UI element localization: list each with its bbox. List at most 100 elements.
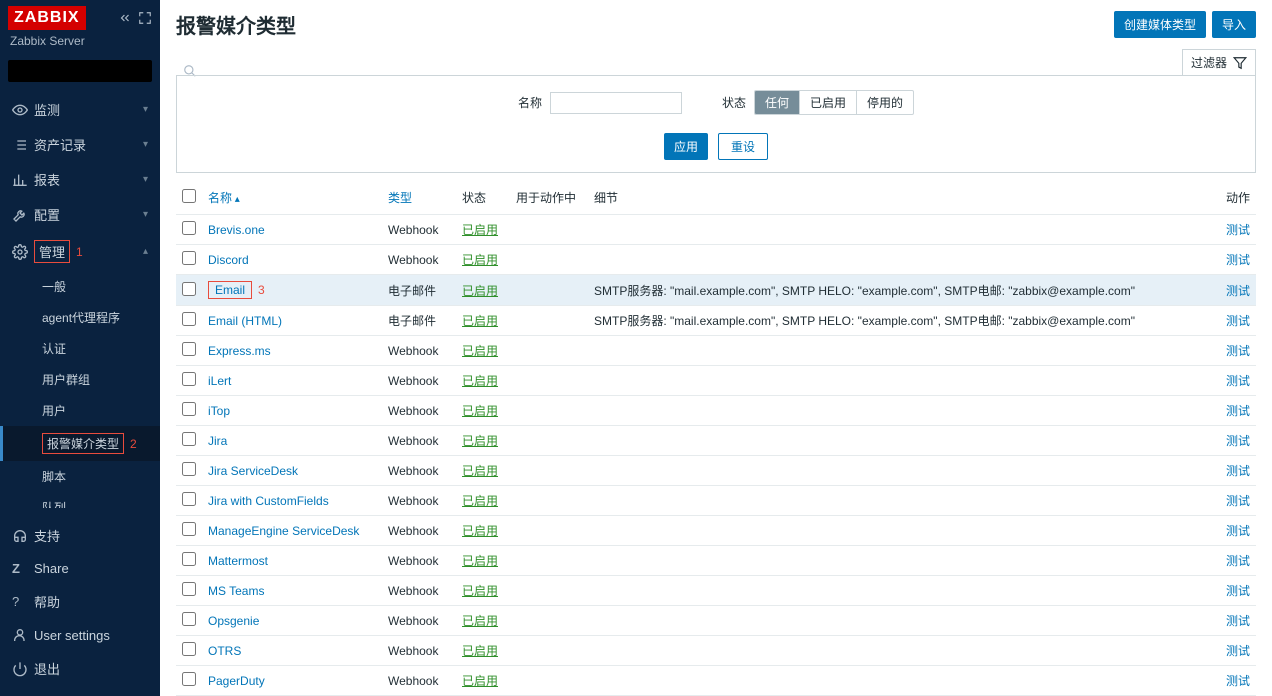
sub-queue[interactable]: 队列 <box>0 492 160 508</box>
test-link[interactable]: 测试 <box>1226 584 1250 598</box>
row-checkbox[interactable] <box>182 582 196 596</box>
status-link[interactable]: 已启用 <box>462 494 498 508</box>
select-all-checkbox[interactable] <box>182 189 196 203</box>
row-checkbox[interactable] <box>182 612 196 626</box>
sub-proxies[interactable]: agent代理程序 <box>0 302 160 333</box>
row-checkbox[interactable] <box>182 432 196 446</box>
row-checkbox[interactable] <box>182 312 196 326</box>
status-link[interactable]: 已启用 <box>462 614 498 628</box>
media-type-link[interactable]: Mattermost <box>208 554 268 568</box>
reset-button[interactable]: 重设 <box>718 133 768 160</box>
nav-inventory[interactable]: 资产记录▾ <box>0 127 160 162</box>
nav-monitoring[interactable]: 监测▾ <box>0 92 160 127</box>
nav-reports[interactable]: 报表▾ <box>0 162 160 197</box>
status-link[interactable]: 已启用 <box>462 374 498 388</box>
test-link[interactable]: 测试 <box>1226 524 1250 538</box>
details-cell <box>588 245 1216 275</box>
media-type-link[interactable]: Jira with CustomFields <box>208 494 329 508</box>
media-type-link[interactable]: Opsgenie <box>208 614 259 628</box>
media-type-link[interactable]: Email (HTML) <box>208 314 282 328</box>
status-link[interactable]: 已启用 <box>462 584 498 598</box>
status-link[interactable]: 已启用 <box>462 464 498 478</box>
nav-logout[interactable]: 退出 <box>0 651 160 686</box>
media-type-link[interactable]: iTop <box>208 404 230 418</box>
status-link[interactable]: 已启用 <box>462 434 498 448</box>
nav-admin[interactable]: 管理1▴ <box>0 232 160 271</box>
fullscreen-icon[interactable] <box>138 11 152 25</box>
row-checkbox[interactable] <box>182 251 196 265</box>
sub-media-types[interactable]: 报警媒介类型2 <box>0 426 160 461</box>
nav-share[interactable]: ZShare <box>0 553 160 584</box>
test-link[interactable]: 测试 <box>1226 674 1250 688</box>
status-link[interactable]: 已启用 <box>462 524 498 538</box>
test-link[interactable]: 测试 <box>1226 253 1250 267</box>
test-link[interactable]: 测试 <box>1226 494 1250 508</box>
sub-users[interactable]: 用户 <box>0 395 160 426</box>
test-link[interactable]: 测试 <box>1226 314 1250 328</box>
status-any[interactable]: 任何 <box>755 91 800 114</box>
row-checkbox[interactable] <box>182 552 196 566</box>
status-link[interactable]: 已启用 <box>462 344 498 358</box>
media-type-link[interactable]: Email <box>215 283 245 297</box>
row-checkbox[interactable] <box>182 282 196 296</box>
nav-support[interactable]: 支持 <box>0 518 160 553</box>
row-checkbox[interactable] <box>182 221 196 235</box>
nav-help[interactable]: ?帮助 <box>0 584 160 619</box>
status-link[interactable]: 已启用 <box>462 644 498 658</box>
status-disabled[interactable]: 停用的 <box>857 91 913 114</box>
import-button[interactable]: 导入 <box>1212 11 1256 38</box>
status-link[interactable]: 已启用 <box>462 253 498 267</box>
media-type-link[interactable]: Brevis.one <box>208 223 265 237</box>
media-type-link[interactable]: MS Teams <box>208 584 264 598</box>
media-type-link[interactable]: iLert <box>208 374 231 388</box>
row-checkbox[interactable] <box>182 672 196 686</box>
collapse-icon[interactable] <box>118 11 132 25</box>
row-checkbox[interactable] <box>182 522 196 536</box>
media-type-link[interactable]: PagerDuty <box>208 674 265 688</box>
apply-button[interactable]: 应用 <box>664 133 708 160</box>
row-checkbox[interactable] <box>182 342 196 356</box>
test-link[interactable]: 测试 <box>1226 344 1250 358</box>
create-media-type-button[interactable]: 创建媒体类型 <box>1114 11 1206 38</box>
row-checkbox[interactable] <box>182 372 196 386</box>
test-link[interactable]: 测试 <box>1226 644 1250 658</box>
status-link[interactable]: 已启用 <box>462 314 498 328</box>
media-type-link[interactable]: Jira ServiceDesk <box>208 464 298 478</box>
status-link[interactable]: 已启用 <box>462 284 498 298</box>
sub-user-groups[interactable]: 用户群组 <box>0 364 160 395</box>
col-type[interactable]: 类型 <box>382 181 456 215</box>
media-type-link[interactable]: Discord <box>208 253 249 267</box>
row-checkbox[interactable] <box>182 402 196 416</box>
row-checkbox[interactable] <box>182 492 196 506</box>
media-type-link[interactable]: OTRS <box>208 644 241 658</box>
test-link[interactable]: 测试 <box>1226 464 1250 478</box>
test-link[interactable]: 测试 <box>1226 404 1250 418</box>
test-link[interactable]: 测试 <box>1226 374 1250 388</box>
media-type-link[interactable]: ManageEngine ServiceDesk <box>208 524 359 538</box>
sub-general[interactable]: 一般 <box>0 271 160 302</box>
row-checkbox[interactable] <box>182 462 196 476</box>
test-link[interactable]: 测试 <box>1226 223 1250 237</box>
media-type-link[interactable]: Express.ms <box>208 344 271 358</box>
sub-auth[interactable]: 认证 <box>0 333 160 364</box>
col-name[interactable]: 名称 <box>202 181 382 215</box>
name-input[interactable] <box>550 92 682 114</box>
nav-configuration[interactable]: 配置▾ <box>0 197 160 232</box>
media-type-link[interactable]: Jira <box>208 434 227 448</box>
test-link[interactable]: 测试 <box>1226 554 1250 568</box>
sub-scripts[interactable]: 脚本 <box>0 461 160 492</box>
row-checkbox[interactable] <box>182 642 196 656</box>
test-link[interactable]: 测试 <box>1226 434 1250 448</box>
status-link[interactable]: 已启用 <box>462 223 498 237</box>
status-link[interactable]: 已启用 <box>462 554 498 568</box>
page-title: 报警媒介类型 <box>176 10 296 39</box>
status-link[interactable]: 已启用 <box>462 674 498 688</box>
test-link[interactable]: 测试 <box>1226 284 1250 298</box>
status-enabled[interactable]: 已启用 <box>800 91 857 114</box>
test-link[interactable]: 测试 <box>1226 614 1250 628</box>
nav-user-settings[interactable]: User settings <box>0 619 160 651</box>
details-cell <box>588 516 1216 546</box>
filter-tab[interactable]: 过滤器 <box>1182 49 1256 75</box>
search-input[interactable] <box>8 60 175 82</box>
status-link[interactable]: 已启用 <box>462 404 498 418</box>
